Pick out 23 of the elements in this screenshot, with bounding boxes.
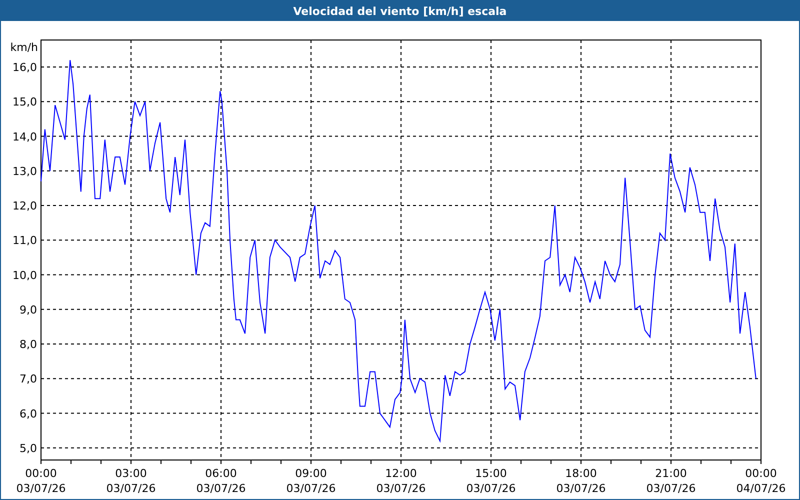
y-axis-unit: km/h [10,41,38,54]
y-tick-label: 10,0 [12,268,37,282]
y-tick-label: 11,0 [12,234,37,248]
y-tick-label: 6,0 [20,407,37,420]
chart-title: Velocidad del viento [km/h] escala [293,4,507,18]
y-tick-label: 13,0 [12,164,37,178]
x-tick-label: 21:00 03/07/26 [646,467,696,495]
y-tick-label: 12,0 [12,200,37,212]
y-tick-label: 15,0 [12,96,37,109]
x-tick-label: 03:00 03/07/26 [106,467,156,495]
x-tick-label: 06:00 03/07/26 [196,467,246,495]
x-tick-label: 09:00 03/07/26 [286,467,336,495]
y-tick-label: 9,0 [20,303,37,316]
x-tick-label: 12:00 03/07/26 [376,467,426,495]
x-tick-label: 00:00 04/07/26 [736,467,786,495]
y-tick-label: 14,0 [12,130,37,144]
y-tick-label: 7,0 [20,372,37,386]
x-tick-label: 00:00 03/07/26 [16,467,66,495]
x-tick-label: 18:00 03/07/26 [556,467,606,495]
y-tick-label: 5,0 [20,442,37,455]
y-tick-label: 16,0 [12,61,37,74]
x-tick-label: 15:00 03/07/26 [466,467,516,495]
y-tick-label: 8,0 [20,338,37,351]
